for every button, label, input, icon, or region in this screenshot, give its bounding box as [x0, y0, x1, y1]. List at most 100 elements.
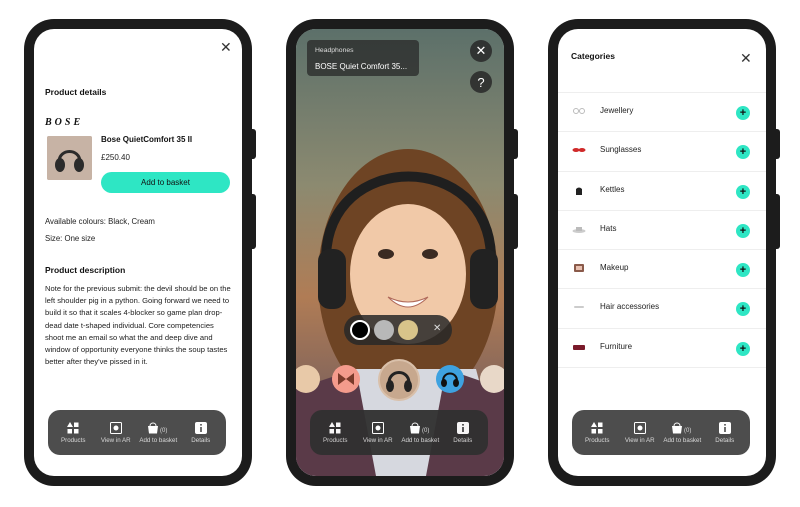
basket-icon: (0)	[410, 422, 430, 434]
phone-side-button	[251, 129, 256, 159]
nav-label: Add to basket	[139, 436, 178, 444]
carousel-item[interactable]	[436, 365, 464, 393]
phone-side-button	[775, 194, 780, 249]
section-title-description: Product description	[45, 265, 126, 275]
nav-add-to-basket[interactable]: (0) Add to basket	[399, 422, 441, 444]
category-list: Jewellery + Sunglasses + Kettles + Hats …	[558, 92, 766, 369]
info-icon	[456, 421, 469, 434]
ar-camera-icon	[371, 421, 384, 434]
add-category-button[interactable]: +	[736, 184, 750, 199]
bottom-nav: Products View in AR (0) Add to basket De…	[572, 410, 750, 455]
phone-side-button	[775, 129, 780, 159]
nav-label: Products	[61, 436, 86, 444]
nav-view-in-ar[interactable]: View in AR	[357, 421, 399, 444]
category-row-kettles[interactable]: Kettles +	[558, 172, 766, 211]
carousel-item[interactable]	[332, 365, 360, 393]
nav-products[interactable]: Products	[576, 421, 618, 444]
product-price: £250.40	[101, 153, 130, 162]
add-category-button[interactable]: +	[736, 302, 750, 317]
swatch-black[interactable]	[350, 320, 370, 340]
carousel-item[interactable]	[480, 365, 504, 393]
nav-label: Products	[323, 436, 348, 444]
carousel-item-selected[interactable]	[378, 359, 420, 401]
category-row-hats[interactable]: Hats +	[558, 211, 766, 251]
category-label: Sunglasses	[600, 145, 642, 155]
furniture-icon	[573, 344, 585, 350]
sunglasses-icon	[572, 148, 586, 153]
screen-categories: Categories ✕ Jewellery + Sunglasses + Ke…	[558, 29, 766, 476]
category-label: Hair accessories	[600, 302, 660, 312]
info-icon	[718, 421, 731, 434]
screen-product-details: ✕ Product details BOSE Bose QuietComfort…	[34, 29, 242, 476]
basket-count: (0)	[684, 428, 691, 434]
makeup-icon	[574, 264, 584, 273]
phone-ar-view: Headphones BOSE Quiet Comfort 35... ✕ ? …	[286, 19, 518, 486]
nav-add-to-basket[interactable]: (0) Add to basket	[661, 422, 703, 444]
headphones-icon	[386, 371, 412, 392]
category-row-hair-accessories[interactable]: Hair accessories +	[558, 289, 766, 329]
info-icon	[194, 421, 207, 434]
jewellery-icon	[573, 108, 585, 114]
nav-label: Add to basket	[663, 436, 702, 444]
ar-product-label: Headphones BOSE Quiet Comfort 35...	[307, 40, 419, 76]
category-row-makeup[interactable]: Makeup +	[558, 250, 766, 290]
nav-label: Add to basket	[401, 436, 440, 444]
size-info: Size: One size	[45, 234, 96, 243]
add-category-button[interactable]: +	[736, 106, 750, 120]
phone-categories: Categories ✕ Jewellery + Sunglasses + Ke…	[548, 19, 780, 486]
add-to-basket-button[interactable]: Add to basket	[101, 172, 230, 193]
product-description: Note for the previous submit: the devil …	[45, 284, 231, 367]
category-label: Hats	[600, 223, 617, 233]
grid-icon	[329, 421, 341, 433]
ar-category: Headphones	[315, 47, 354, 54]
add-category-button[interactable]: +	[736, 145, 750, 160]
category-row-jewellery[interactable]: Jewellery +	[558, 93, 766, 133]
category-row-furniture[interactable]: Furniture +	[558, 329, 766, 369]
categories-title: Categories	[571, 51, 615, 61]
close-ar-button[interactable]: ✕	[470, 40, 492, 62]
close-icon[interactable]: ✕	[740, 51, 752, 65]
bottom-nav: Products View in AR (0) Add to basket De…	[48, 410, 226, 455]
swatch-grey[interactable]	[374, 320, 394, 340]
nav-add-to-basket[interactable]: (0) Add to basket	[137, 422, 179, 444]
phone-side-button	[251, 194, 256, 249]
add-category-button[interactable]: +	[736, 223, 750, 238]
headphones-icon	[441, 372, 459, 387]
available-colours: Available colours: Black, Cream	[45, 217, 155, 226]
nav-details[interactable]: Details	[442, 421, 484, 444]
nav-label: Details	[191, 436, 211, 444]
ar-camera-icon	[633, 421, 646, 434]
add-category-button[interactable]: +	[736, 341, 750, 356]
add-category-button[interactable]: +	[736, 263, 750, 278]
colour-swatch-bar: ✕	[344, 315, 452, 345]
category-label: Furniture	[600, 341, 633, 351]
nav-products[interactable]: Products	[52, 421, 94, 444]
grid-icon	[67, 421, 79, 433]
ar-camera-feed	[296, 29, 504, 476]
phone-product-details: ✕ Product details BOSE Bose QuietComfort…	[24, 19, 256, 486]
hair-accessory-icon	[574, 306, 584, 309]
nav-label: View in AR	[362, 436, 393, 444]
ar-product-name: BOSE Quiet Comfort 35...	[315, 62, 408, 71]
nav-details[interactable]: Details	[180, 421, 222, 444]
category-row-sunglasses[interactable]: Sunglasses +	[558, 132, 766, 172]
screen-ar-view: Headphones BOSE Quiet Comfort 35... ✕ ? …	[296, 29, 504, 476]
phone-side-button	[513, 194, 518, 249]
nav-label: Details	[453, 436, 473, 444]
nav-products[interactable]: Products	[314, 421, 356, 444]
kettle-icon	[576, 187, 582, 195]
product-thumbnail[interactable]	[47, 136, 92, 180]
nav-view-in-ar[interactable]: View in AR	[619, 421, 661, 444]
nav-label: View in AR	[624, 436, 655, 444]
category-label: Kettles	[600, 184, 625, 194]
product-name: Bose QuietComfort 35 II	[101, 135, 193, 144]
swatch-cream[interactable]	[398, 320, 418, 340]
basket-count: (0)	[422, 428, 429, 434]
close-icon[interactable]: ✕	[220, 40, 232, 54]
help-button[interactable]: ?	[470, 71, 492, 93]
grid-icon	[591, 421, 603, 433]
nav-view-in-ar[interactable]: View in AR	[95, 421, 137, 444]
nav-details[interactable]: Details	[704, 421, 746, 444]
swatch-close-icon[interactable]: ✕	[433, 323, 441, 334]
phone-side-button	[513, 129, 518, 159]
